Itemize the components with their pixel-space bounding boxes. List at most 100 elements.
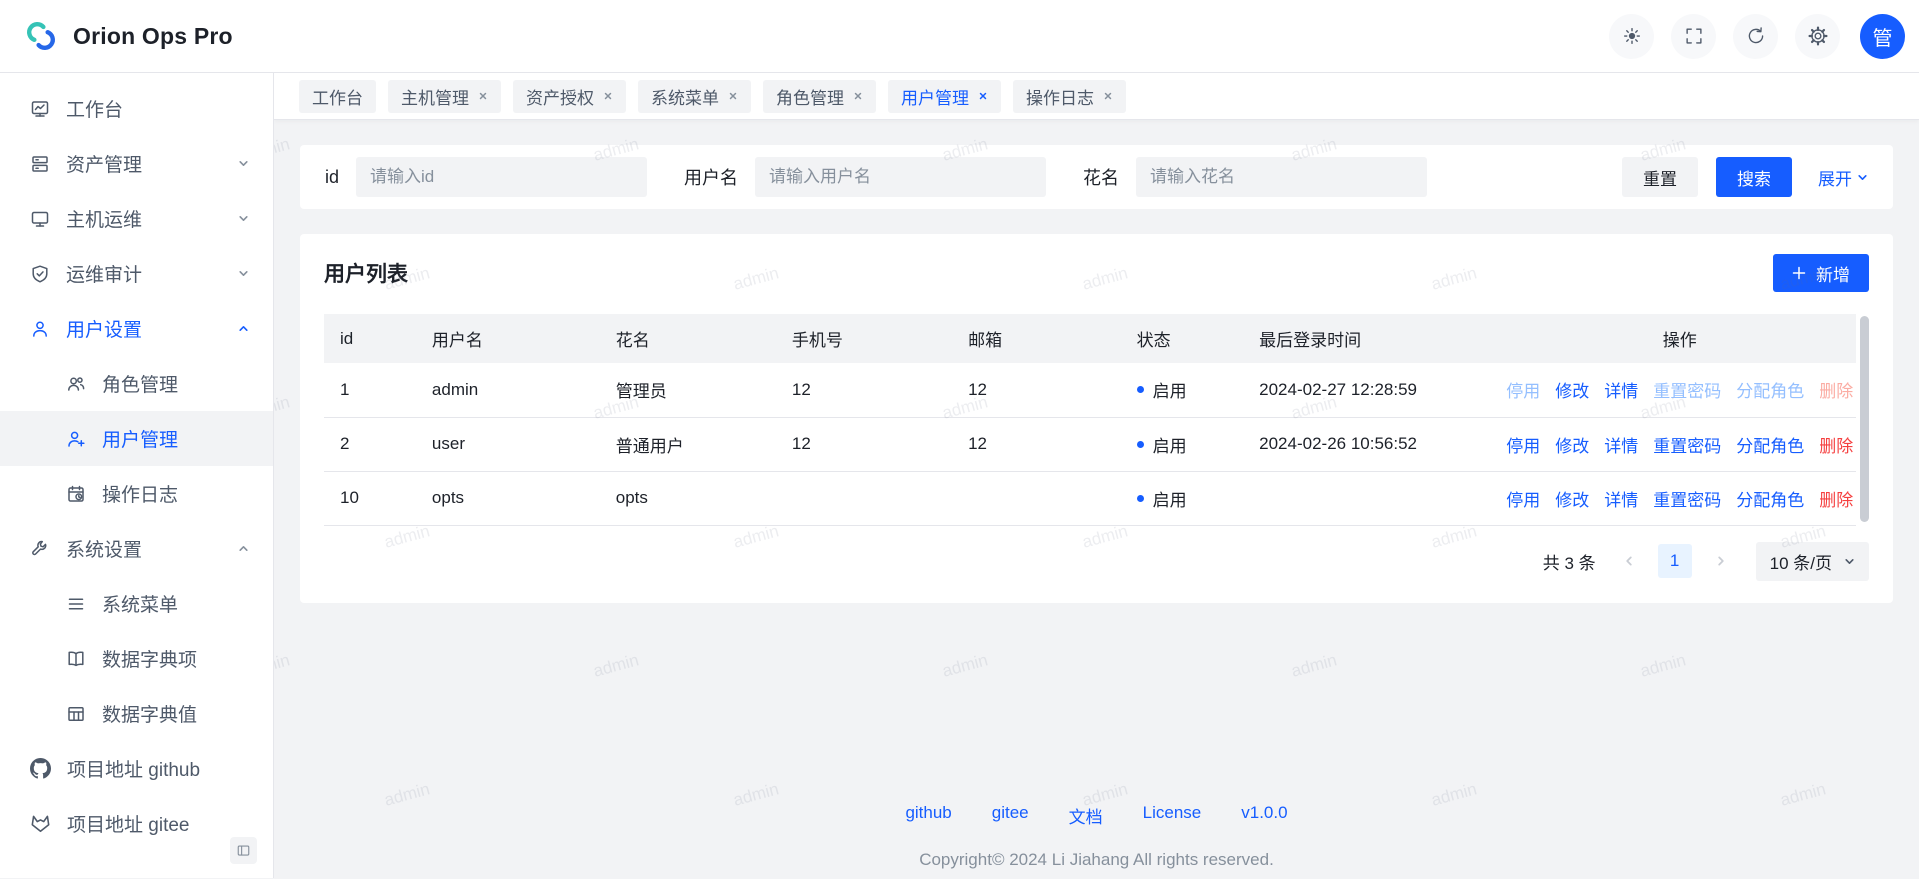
sidebar-item-op-log[interactable]: 操作日志 bbox=[0, 466, 273, 521]
close-icon[interactable] bbox=[978, 91, 988, 101]
action-delete[interactable]: 删除 bbox=[1819, 377, 1853, 402]
action-detail[interactable]: 详情 bbox=[1604, 377, 1638, 402]
app-logo-icon bbox=[22, 17, 60, 55]
prev-page-button[interactable] bbox=[1615, 547, 1643, 575]
close-icon[interactable] bbox=[853, 91, 863, 101]
add-user-label: 新增 bbox=[1816, 261, 1850, 286]
page-footer: github gitee 文档 License v1.0.0 Copyright… bbox=[300, 803, 1893, 870]
settings-button[interactable] bbox=[1795, 14, 1840, 59]
table-row: 2 user 普通用户 12 12 启用 bbox=[324, 417, 1856, 471]
col-nickname: 花名 bbox=[600, 314, 776, 363]
sidebar-item-label: 系统菜单 bbox=[102, 590, 178, 617]
user-avatar[interactable]: 管 bbox=[1860, 14, 1905, 59]
user-icon bbox=[30, 319, 50, 339]
wrench-icon bbox=[30, 539, 50, 559]
gitee-fox-icon bbox=[30, 813, 51, 834]
search-username-input[interactable] bbox=[755, 157, 1046, 197]
tab-bar: 工作台 主机管理 资产授权 系统菜单 角色管理 bbox=[274, 73, 1919, 120]
sidebar-item-role-mgmt[interactable]: 角色管理 bbox=[0, 356, 273, 411]
sidebar-item-asset-mgmt[interactable]: 资产管理 bbox=[0, 136, 273, 191]
sidebar-item-label: 项目地址 gitee bbox=[67, 810, 189, 837]
theme-button[interactable] bbox=[1609, 14, 1654, 59]
sidebar-item-system-menu[interactable]: 系统菜单 bbox=[0, 576, 273, 631]
close-icon[interactable] bbox=[1103, 91, 1113, 101]
footer-link-version[interactable]: v1.0.0 bbox=[1241, 803, 1287, 828]
audit-shield-icon bbox=[30, 264, 50, 284]
tab-workbench[interactable]: 工作台 bbox=[299, 80, 376, 113]
copyright-text: Copyright© 2024 Li Jiahang All rights re… bbox=[300, 850, 1893, 870]
next-page-button[interactable] bbox=[1707, 547, 1735, 575]
action-delete[interactable]: 删除 bbox=[1819, 486, 1853, 511]
action-reset-password[interactable]: 重置密码 bbox=[1653, 377, 1721, 402]
search-nickname-input[interactable] bbox=[1136, 157, 1427, 197]
action-reset-password[interactable]: 重置密码 bbox=[1653, 432, 1721, 457]
sidebar-item-github[interactable]: 项目地址 github bbox=[0, 741, 273, 796]
field-id: id bbox=[325, 157, 647, 197]
fullscreen-button[interactable] bbox=[1671, 14, 1716, 59]
tab-op-log[interactable]: 操作日志 bbox=[1013, 80, 1126, 113]
tab-asset-auth[interactable]: 资产授权 bbox=[513, 80, 626, 113]
page-1-button[interactable]: 1 bbox=[1658, 544, 1692, 578]
footer-link-gitee[interactable]: gitee bbox=[992, 803, 1029, 828]
action-detail[interactable]: 详情 bbox=[1604, 432, 1638, 457]
tab-host-mgmt[interactable]: 主机管理 bbox=[388, 80, 501, 113]
action-edit[interactable]: 修改 bbox=[1555, 377, 1589, 402]
row-actions: 停用 修改 详情 重置密码 分配角色 删除 bbox=[1504, 377, 1856, 402]
page-size-select[interactable]: 10 条/页 bbox=[1756, 542, 1869, 581]
tab-user-mgmt[interactable]: 用户管理 bbox=[888, 80, 1001, 113]
reset-button[interactable]: 重置 bbox=[1622, 157, 1698, 197]
chevron-down-icon bbox=[238, 268, 249, 279]
table-row: 1 admin 管理员 12 12 启用 bbox=[324, 363, 1856, 417]
table-scrollbar[interactable] bbox=[1860, 316, 1869, 522]
status-badge: 启用 bbox=[1137, 377, 1187, 402]
sidebar-item-dict-item[interactable]: 数据字典项 bbox=[0, 631, 273, 686]
sidebar: 工作台 资产管理 主机运维 bbox=[0, 73, 274, 878]
footer-link-docs[interactable]: 文档 bbox=[1069, 803, 1103, 828]
footer-link-github[interactable]: github bbox=[905, 803, 951, 828]
workbench-icon bbox=[30, 99, 50, 119]
action-reset-password[interactable]: 重置密码 bbox=[1653, 486, 1721, 511]
sidebar-item-workbench[interactable]: 工作台 bbox=[0, 81, 273, 136]
action-disable[interactable]: 停用 bbox=[1506, 377, 1540, 402]
action-delete[interactable]: 删除 bbox=[1819, 432, 1853, 457]
add-user-button[interactable]: 新增 bbox=[1773, 254, 1869, 292]
footer-link-license[interactable]: License bbox=[1143, 803, 1202, 828]
asset-server-icon bbox=[30, 154, 50, 174]
action-edit[interactable]: 修改 bbox=[1555, 486, 1589, 511]
sidebar-item-user-mgmt[interactable]: 用户管理 bbox=[0, 411, 273, 466]
sidebar-item-ops-audit[interactable]: 运维审计 bbox=[0, 246, 273, 301]
refresh-button[interactable] bbox=[1733, 14, 1778, 59]
user-table: id 用户名 花名 手机号 邮箱 状态 最后登录时间 操作 bbox=[324, 314, 1869, 526]
action-detail[interactable]: 详情 bbox=[1604, 486, 1638, 511]
tab-role-mgmt[interactable]: 角色管理 bbox=[763, 80, 876, 113]
action-assign-role[interactable]: 分配角色 bbox=[1736, 486, 1804, 511]
close-icon[interactable] bbox=[603, 91, 613, 101]
main-area: 工作台 主机管理 资产授权 系统菜单 角色管理 bbox=[274, 73, 1919, 878]
tab-system-menu[interactable]: 系统菜单 bbox=[638, 80, 751, 113]
sidebar-item-system-settings[interactable]: 系统设置 bbox=[0, 521, 273, 576]
action-disable[interactable]: 停用 bbox=[1506, 432, 1540, 457]
expand-toggle[interactable]: 展开 bbox=[1818, 165, 1868, 190]
sidebar-collapse-button[interactable] bbox=[230, 837, 257, 864]
close-icon[interactable] bbox=[478, 91, 488, 101]
search-id-input[interactable] bbox=[356, 157, 647, 197]
sidebar-item-user-settings[interactable]: 用户设置 bbox=[0, 301, 273, 356]
col-username: 用户名 bbox=[416, 314, 600, 363]
sidebar-item-host-ops[interactable]: 主机运维 bbox=[0, 191, 273, 246]
dict-book-icon bbox=[66, 649, 86, 669]
sidebar-item-label: 资产管理 bbox=[66, 150, 142, 177]
close-icon[interactable] bbox=[728, 91, 738, 101]
sidebar-item-dict-value[interactable]: 数据字典值 bbox=[0, 686, 273, 741]
pagination-total: 共 3 条 bbox=[1543, 549, 1596, 574]
sidebar-item-label: 运维审计 bbox=[66, 260, 142, 287]
action-assign-role[interactable]: 分配角色 bbox=[1736, 377, 1804, 402]
field-nickname: 花名 bbox=[1083, 157, 1427, 197]
status-badge: 启用 bbox=[1137, 432, 1187, 457]
search-button[interactable]: 搜索 bbox=[1716, 157, 1792, 197]
action-edit[interactable]: 修改 bbox=[1555, 432, 1589, 457]
col-status: 状态 bbox=[1121, 314, 1244, 363]
action-disable[interactable]: 停用 bbox=[1506, 486, 1540, 511]
roles-users-icon bbox=[66, 374, 86, 394]
sidebar-item-label: 项目地址 github bbox=[67, 755, 200, 782]
action-assign-role[interactable]: 分配角色 bbox=[1736, 432, 1804, 457]
